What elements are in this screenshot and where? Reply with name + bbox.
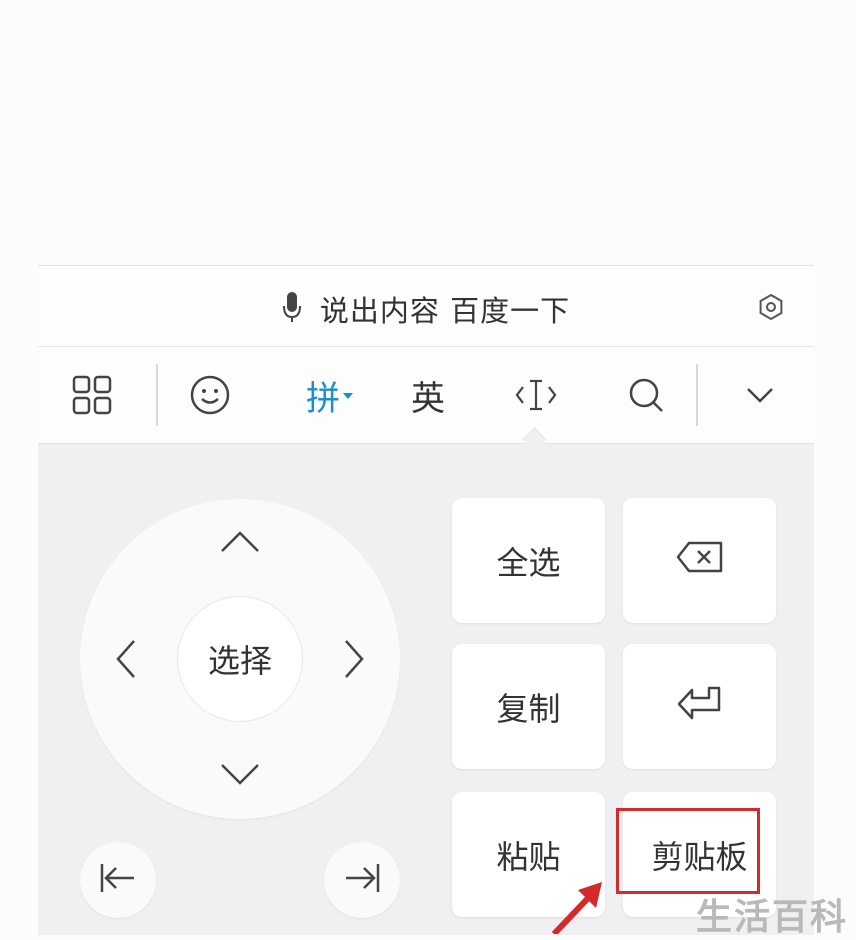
text-input-area[interactable]	[0, 0, 856, 265]
copy-button[interactable]: 复制	[452, 644, 605, 769]
english-label: 英	[411, 378, 445, 419]
chevron-down-icon	[342, 386, 354, 405]
jump-to-start-button[interactable]	[80, 842, 156, 918]
keyboard-toolbar: 拼 英	[38, 347, 814, 444]
microphone-icon	[282, 290, 302, 328]
enter-button[interactable]	[623, 644, 776, 769]
copy-label: 复制	[496, 689, 561, 728]
chevron-down-icon[interactable]	[218, 753, 262, 797]
chevron-left-icon[interactable]	[104, 637, 148, 681]
search-icon[interactable]	[618, 347, 674, 443]
smiley-icon[interactable]	[180, 347, 240, 443]
chevron-down-icon[interactable]	[732, 347, 788, 443]
pinyin-label: 拼	[306, 378, 340, 419]
backspace-button[interactable]	[623, 498, 776, 623]
voice-prompt-text: 说出内容 百度一下	[319, 294, 571, 328]
clipboard-highlight-box	[616, 808, 760, 894]
red-pointer-arrow	[551, 882, 602, 934]
paste-label: 粘贴	[496, 837, 561, 876]
grid-icon[interactable]	[62, 347, 122, 443]
direction-pad[interactable]: 选择	[80, 499, 400, 819]
jump-to-end-button[interactable]	[324, 842, 400, 918]
tab-english[interactable]: 英	[398, 347, 458, 443]
toolbar-divider	[696, 364, 698, 426]
watermark: 生活百科	[696, 897, 849, 938]
enter-icon	[676, 684, 724, 730]
jump-to-end-icon	[342, 860, 382, 900]
select-all-button[interactable]: 全选	[452, 498, 605, 623]
backspace-icon	[675, 540, 725, 582]
select-button-label: 选择	[207, 642, 272, 680]
voice-prompt[interactable]: 说出内容 百度一下	[38, 288, 814, 330]
jump-to-start-icon	[98, 860, 138, 900]
chevron-up-icon[interactable]	[218, 519, 262, 563]
toolbar-divider	[156, 364, 158, 426]
chevron-right-icon[interactable]	[332, 637, 376, 681]
tab-pinyin[interactable]: 拼	[290, 347, 370, 443]
select-button[interactable]: 选择	[177, 596, 303, 722]
hexagon-settings-icon[interactable]	[756, 292, 786, 322]
select-all-label: 全选	[496, 543, 561, 582]
voice-search-bar[interactable]: 说出内容 百度一下	[38, 266, 814, 347]
